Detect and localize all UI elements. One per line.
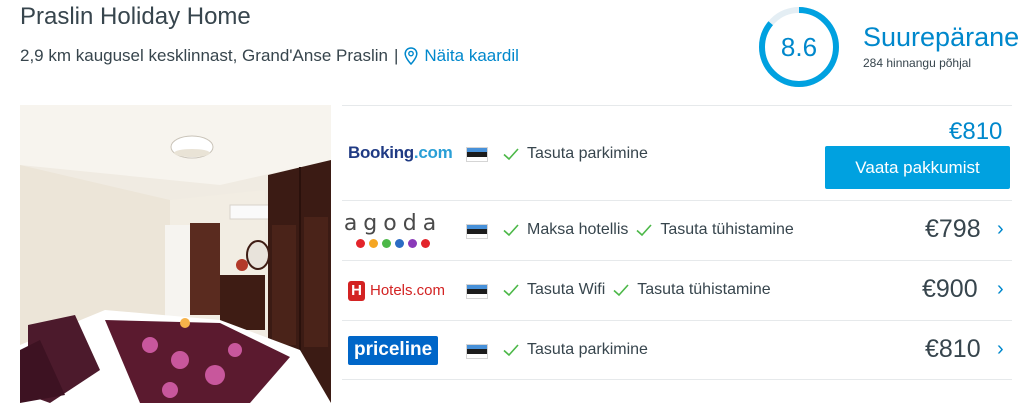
checkmark-icon	[613, 284, 629, 297]
offer-price[interactable]: €810	[949, 118, 1002, 146]
chevron-right-icon[interactable]: ›	[997, 218, 1004, 241]
view-deal-button[interactable]: Vaata pakkumist	[825, 146, 1010, 189]
hotel-distance: 2,9 km kaugusel kesklinnast, Grand'Anse …	[20, 46, 388, 65]
agoda-dot	[382, 239, 391, 248]
booking-logo: Booking.com	[348, 106, 453, 200]
agoda-dot	[356, 239, 365, 248]
rating-label[interactable]: Suurepärane	[863, 22, 1019, 53]
checkmark-icon	[503, 224, 519, 237]
room-photo-image	[20, 105, 331, 403]
offer-features: Tasuta parkimine	[502, 341, 655, 359]
agoda-dot	[369, 239, 378, 248]
agoda-dot	[408, 239, 417, 248]
agoda-dot	[421, 239, 430, 248]
estonia-flag-icon	[466, 224, 488, 239]
checkmark-icon	[503, 284, 519, 297]
chevron-right-icon[interactable]: ›	[997, 278, 1004, 301]
offer-price[interactable]: €810	[925, 335, 981, 364]
feature-item: Tasuta tühistamine	[612, 281, 771, 299]
hotels-logo-text: Hotels.com	[370, 282, 446, 299]
feature-label: Tasuta parkimine	[527, 341, 648, 358]
offer-price[interactable]: €798	[925, 215, 981, 244]
feature-item: Tasuta Wifi	[502, 281, 605, 299]
map-pin-icon	[404, 47, 418, 65]
offer-row-hotels[interactable]: H Hotels.com Tasuta Wifi Tasuta tühistami…	[342, 260, 1012, 320]
show-on-map-link[interactable]: Näita kaardil	[404, 46, 519, 66]
offer-features: Tasuta parkimine	[502, 145, 655, 163]
checkmark-icon	[636, 224, 652, 237]
feature-label: Tasuta tühistamine	[637, 281, 771, 298]
offer-row-booking[interactable]: Booking.com Tasuta parkimine €810 Vaata …	[342, 105, 1012, 200]
agoda-dots	[356, 239, 430, 248]
booking-logo-text: Booking	[348, 143, 414, 162]
offer-row-priceline[interactable]: priceline Tasuta parkimine €810 ›	[342, 320, 1012, 380]
rating-score: 8.6	[780, 32, 818, 62]
room-photo[interactable]	[20, 105, 331, 403]
show-on-map-label: Näita kaardil	[424, 46, 519, 65]
priceline-logo: priceline	[348, 321, 439, 379]
feature-label: Tasuta parkimine	[527, 145, 648, 162]
chevron-right-icon[interactable]: ›	[997, 338, 1004, 361]
offer-features: Tasuta Wifi Tasuta tühistamine	[502, 281, 778, 299]
feature-item: Tasuta tühistamine	[635, 221, 794, 239]
feature-label: Maksa hotellis	[527, 221, 629, 238]
feature-item: Tasuta parkimine	[502, 145, 648, 163]
separator: |	[393, 46, 399, 65]
checkmark-icon	[503, 148, 519, 161]
checkmark-icon	[503, 344, 519, 357]
feature-item: Maksa hotellis	[502, 221, 628, 239]
booking-logo-dotcom: .com	[413, 143, 453, 162]
feature-item: Tasuta parkimine	[502, 341, 648, 359]
offer-price[interactable]: €900	[922, 275, 978, 304]
hotels-logo: H Hotels.com	[348, 261, 445, 320]
estonia-flag-icon	[466, 284, 488, 299]
feature-label: Tasuta tühistamine	[660, 221, 794, 238]
offer-row-agoda[interactable]: agoda Maksa hotellis Tasuta tühistamine …	[342, 200, 1012, 260]
feature-label: Tasuta Wifi	[527, 281, 606, 298]
agoda-dot	[395, 239, 404, 248]
hotels-logo-mark: H	[348, 280, 365, 301]
agoda-logo: agoda	[344, 201, 438, 260]
estonia-flag-icon	[466, 147, 488, 162]
rating-count: 284 hinnangu põhjal	[863, 56, 972, 70]
hotel-location-line: 2,9 km kaugusel kesklinnast, Grand'Anse …	[20, 46, 519, 66]
hotel-title[interactable]: Praslin Holiday Home	[20, 3, 251, 31]
offer-features: Maksa hotellis Tasuta tühistamine	[502, 221, 801, 239]
priceline-logo-text: priceline	[348, 335, 439, 365]
estonia-flag-icon	[466, 344, 488, 359]
agoda-logo-text: agoda	[343, 211, 443, 236]
